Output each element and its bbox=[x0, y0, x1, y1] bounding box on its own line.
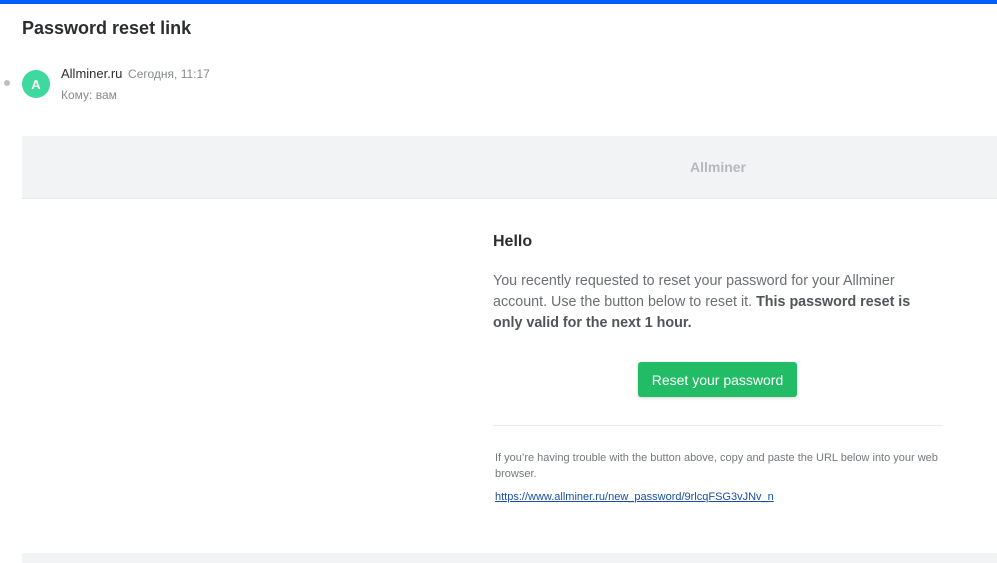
divider bbox=[493, 425, 943, 426]
trouble-text: If you’re having trouble with the button… bbox=[495, 452, 938, 480]
sender-name[interactable]: Allminer.ru bbox=[61, 66, 122, 81]
recipient-line[interactable]: Кому: вам bbox=[61, 88, 117, 102]
top-accent-bar bbox=[0, 0, 997, 4]
greeting: Hello bbox=[493, 233, 533, 250]
brand-header: Allminer bbox=[22, 136, 997, 199]
sender-line: Allminer.ru Сегодня, 11:17 bbox=[61, 66, 210, 81]
sender-avatar[interactable]: A bbox=[22, 70, 50, 98]
email-subject: Password reset link bbox=[22, 18, 192, 38]
reset-message: You recently requested to reset your pas… bbox=[493, 271, 943, 334]
unread-indicator[interactable] bbox=[4, 80, 10, 86]
sent-date: Сегодня, 11:17 bbox=[128, 67, 210, 81]
email-body: Allminer Hello You recently requested to… bbox=[22, 136, 997, 563]
reset-url-link[interactable]: https://www.allminer.ru/new_password/9rl… bbox=[495, 491, 774, 503]
footer-band bbox=[22, 553, 997, 563]
brand-name[interactable]: Allminer bbox=[22, 159, 997, 175]
reset-password-button[interactable]: Reset your password bbox=[638, 362, 797, 397]
avatar-letter: A bbox=[31, 76, 41, 92]
email-content: Hello You recently requested to reset yo… bbox=[493, 233, 943, 505]
